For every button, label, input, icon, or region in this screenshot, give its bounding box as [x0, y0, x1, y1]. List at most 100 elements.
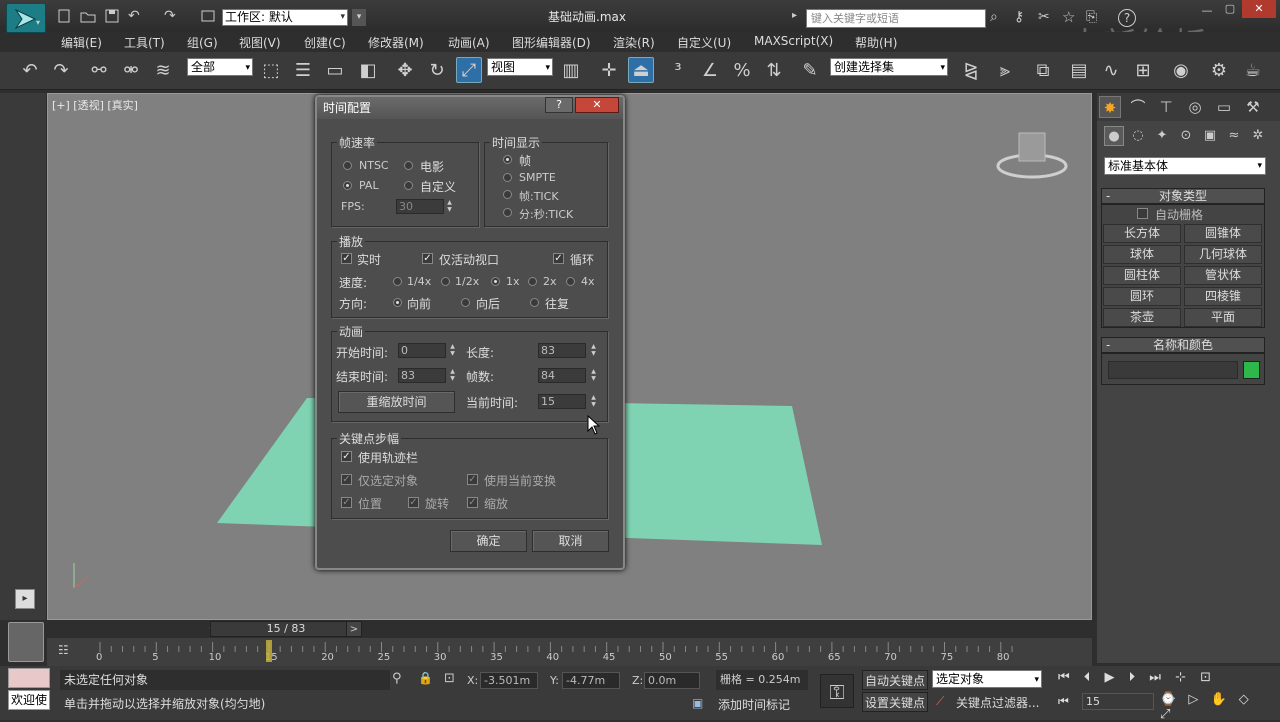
scale-checkbox[interactable]: ✓: [467, 497, 478, 508]
search-input[interactable]: 键入关键字或短语: [806, 9, 986, 28]
display-tab-icon[interactable]: ▭: [1213, 96, 1235, 118]
pal-radio[interactable]: [343, 181, 352, 190]
speed-quarter-radio[interactable]: [393, 277, 402, 286]
select-by-name-icon[interactable]: ☰: [290, 57, 316, 83]
curve-editor-icon[interactable]: ∿: [1098, 57, 1124, 83]
selection-filter-dropdown[interactable]: 全部 ▾: [187, 58, 253, 76]
use-trackbar-checkbox[interactable]: ✓: [341, 451, 352, 462]
hierarchy-tab-icon[interactable]: ⊤: [1155, 96, 1177, 118]
spinner-snap-icon[interactable]: ⇅: [761, 57, 787, 83]
menu-graph-editors[interactable]: 图形编辑器(D): [512, 34, 591, 51]
utilities-tab-icon[interactable]: ⚒: [1242, 96, 1264, 118]
undo-icon[interactable]: ↶: [128, 8, 144, 24]
reference-coordinate-dropdown[interactable]: 视图 ▾: [487, 58, 553, 76]
current-frame-indicator[interactable]: [265, 640, 272, 662]
systems-icon[interactable]: ✲: [1248, 126, 1268, 146]
link-icon[interactable]: ⚯: [86, 57, 112, 83]
plane-button[interactable]: 平面: [1184, 308, 1262, 327]
tube-button[interactable]: 管状体: [1184, 266, 1262, 285]
unlink-icon[interactable]: ⚮: [118, 57, 144, 83]
menu-customize[interactable]: 自定义(U): [677, 34, 731, 51]
menu-modifiers[interactable]: 修改器(M): [368, 34, 424, 51]
schematic-view-icon[interactable]: ⊞: [1130, 57, 1156, 83]
keyboard-shortcut-override-icon[interactable]: ⏏: [628, 57, 654, 83]
cancel-button[interactable]: 取消: [532, 530, 609, 552]
current-time-spinner-icon[interactable]: ▲ ▼: [589, 394, 598, 409]
autogrid-checkbox[interactable]: [1137, 208, 1148, 219]
fps-field[interactable]: 30: [396, 199, 444, 214]
menu-views[interactable]: 视图(V): [239, 34, 281, 51]
add-time-tag[interactable]: 添加时间标记: [718, 696, 790, 713]
active-viewport-checkbox[interactable]: ✓: [422, 253, 433, 264]
save-icon[interactable]: [104, 8, 120, 24]
x-coordinate-field[interactable]: -3.501m: [480, 672, 538, 689]
auto-key-button[interactable]: 自动关键点: [862, 670, 928, 690]
pivot-center-icon[interactable]: ▥: [558, 57, 584, 83]
frame-tick-radio[interactable]: [503, 190, 512, 199]
workspace-menu-icon[interactable]: ▾: [352, 9, 366, 26]
pyramid-button[interactable]: 四棱锥: [1184, 287, 1262, 306]
object-color-swatch[interactable]: [1243, 361, 1260, 379]
edit-named-selection-icon[interactable]: ✎: [797, 57, 823, 83]
frame-count-field[interactable]: 84: [538, 368, 586, 383]
length-field[interactable]: 83: [538, 343, 586, 358]
rotation-checkbox[interactable]: ✓: [408, 497, 419, 508]
prev-frame-icon[interactable]: ⏴: [1084, 670, 1091, 685]
menu-tools[interactable]: 工具(T): [124, 34, 165, 51]
redo-icon[interactable]: ↷: [164, 8, 180, 24]
rescale-time-button[interactable]: 重缩放时间: [338, 391, 455, 413]
lights-icon[interactable]: ✦: [1152, 126, 1172, 146]
current-frame-field[interactable]: 15: [1082, 693, 1154, 710]
orbit-icon[interactable]: ▷: [1188, 692, 1198, 707]
zoom-region-icon[interactable]: ⊡: [1200, 670, 1211, 685]
y-coordinate-field[interactable]: -4.77m: [562, 672, 620, 689]
snaps-toggle-icon[interactable]: ³: [665, 57, 691, 83]
tools-icon[interactable]: ✂: [1038, 9, 1050, 25]
sphere-button[interactable]: 球体: [1103, 245, 1181, 264]
helpers-icon[interactable]: ▣: [1200, 126, 1220, 146]
redo-icon[interactable]: ↷: [48, 57, 74, 83]
dialog-close-button[interactable]: ✕: [575, 97, 619, 113]
mini-listener-button[interactable]: [8, 622, 44, 662]
angle-snap-icon[interactable]: ∠: [697, 57, 723, 83]
length-spinner-icon[interactable]: ▲ ▼: [589, 343, 598, 358]
undo-icon[interactable]: ↶: [17, 57, 43, 83]
percent-snap-icon[interactable]: %: [729, 57, 755, 83]
go-to-start-icon[interactable]: ⏮: [1058, 670, 1070, 685]
menu-rendering[interactable]: 渲染(R): [613, 34, 655, 51]
menu-edit[interactable]: 编辑(E): [61, 34, 102, 51]
forward-radio[interactable]: [393, 298, 402, 307]
speed-4x-radio[interactable]: [566, 277, 575, 286]
move-icon[interactable]: ✥: [392, 57, 418, 83]
go-to-end-icon[interactable]: ⏭: [1149, 670, 1161, 685]
window-crossing-icon[interactable]: ◧: [355, 57, 381, 83]
end-time-spinner-icon[interactable]: ▲ ▼: [448, 368, 457, 383]
ntsc-radio[interactable]: [343, 161, 352, 170]
mmss-tick-radio[interactable]: [503, 208, 512, 217]
menu-animation[interactable]: 动画(A): [448, 34, 490, 51]
object-name-input[interactable]: [1108, 361, 1238, 379]
speed-1x-radio[interactable]: [491, 277, 500, 286]
viewcube[interactable]: [1018, 132, 1046, 162]
set-key-button[interactable]: 设置关键点: [862, 692, 928, 712]
project-folder-icon[interactable]: [200, 8, 216, 24]
frames-radio[interactable]: [503, 155, 512, 164]
speed-half-radio[interactable]: [441, 277, 450, 286]
maxscript-listener-mini[interactable]: [8, 668, 50, 688]
name-color-rollout-header[interactable]: - 名称和颜色: [1101, 337, 1265, 353]
search-expand-icon[interactable]: ▸: [792, 10, 797, 21]
modify-tab-icon[interactable]: ⌒: [1127, 96, 1149, 118]
ribbon-icon[interactable]: ▤: [1066, 57, 1092, 83]
current-time-field[interactable]: 15: [538, 394, 586, 409]
key-mode-toggle-icon[interactable]: ⏮: [1058, 694, 1069, 709]
use-current-transform-checkbox[interactable]: ✓: [467, 474, 478, 485]
isolate-icon[interactable]: ⚲: [392, 671, 402, 686]
teapot-button[interactable]: 茶壶: [1103, 308, 1181, 327]
pan-hand-icon[interactable]: ✋: [1210, 692, 1226, 707]
create-tab-icon[interactable]: ✸: [1099, 96, 1121, 118]
fov-icon[interactable]: ◇: [1239, 692, 1249, 707]
render-teapot-icon[interactable]: ☕: [1240, 57, 1266, 83]
box-button[interactable]: 长方体: [1103, 224, 1181, 243]
fps-spinner-icon[interactable]: ▲ ▼: [445, 199, 454, 214]
custom-radio[interactable]: [404, 181, 413, 190]
